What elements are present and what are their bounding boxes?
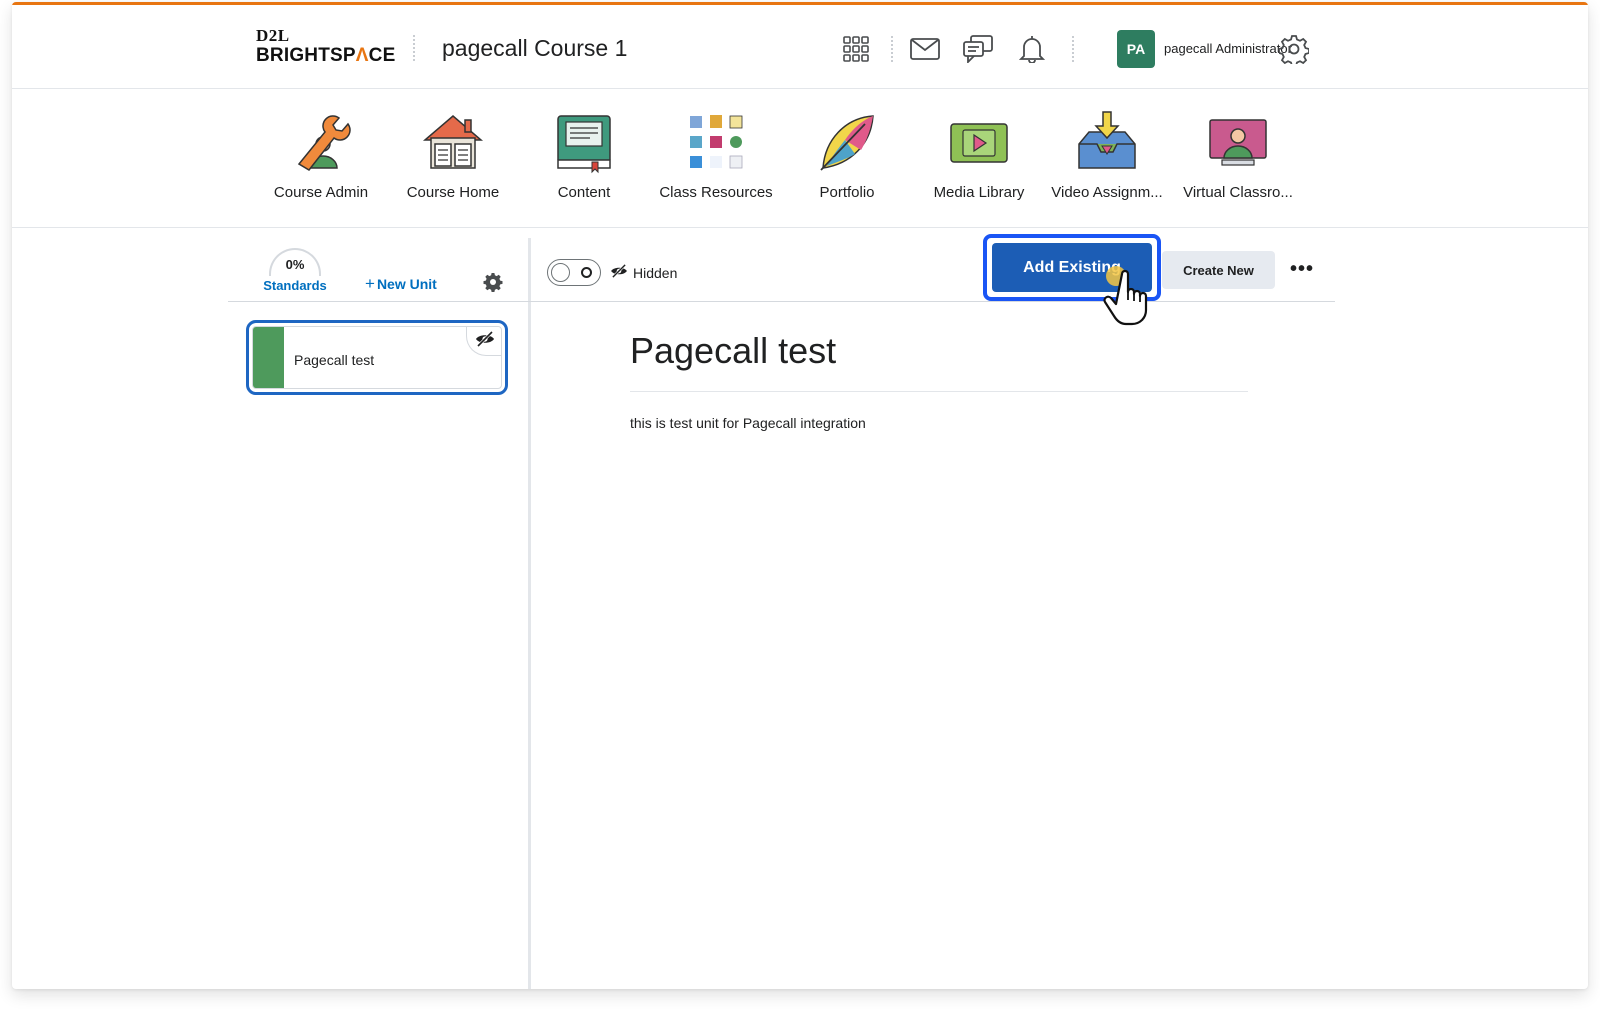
inbox-download-icon bbox=[1078, 111, 1136, 169]
nav-item-video-assignment[interactable]: Video Assignm... bbox=[1042, 110, 1172, 201]
more-options-button[interactable]: ••• bbox=[1290, 258, 1314, 281]
unit-card-pagecall-test[interactable]: Pagecall test bbox=[246, 320, 508, 395]
unit-card-body: Pagecall test bbox=[252, 326, 502, 389]
new-unit-label: New Unit bbox=[376, 276, 437, 292]
logo-d2l: D2L bbox=[256, 26, 290, 45]
nav-item-portfolio[interactable]: Portfolio bbox=[782, 110, 912, 201]
nav-item-label: Course Admin bbox=[273, 184, 369, 201]
monitor-person-icon bbox=[1209, 119, 1267, 166]
nav-item-virtual-classroom[interactable]: Virtual Classro... bbox=[1173, 110, 1303, 201]
create-new-button[interactable]: Create New bbox=[1162, 251, 1275, 289]
header-separator bbox=[1072, 36, 1074, 62]
sidebar-divider bbox=[228, 301, 530, 302]
brightspace-logo[interactable]: D2L BRIGHTSPΛCE bbox=[256, 27, 395, 65]
avatar[interactable]: PA bbox=[1117, 30, 1155, 68]
visibility-label: Hidden bbox=[633, 264, 678, 281]
unit-description: this is test unit for Pagecall integrati… bbox=[630, 415, 866, 431]
progress-ring: 0% bbox=[269, 248, 321, 276]
resources-grid-icon bbox=[690, 115, 743, 169]
header-separator bbox=[891, 36, 893, 62]
toggle-knob bbox=[551, 263, 570, 282]
standards-percent: 0% bbox=[285, 257, 305, 272]
visibility-toggle[interactable] bbox=[547, 259, 601, 286]
play-icon bbox=[950, 123, 1008, 163]
unit-title: Pagecall test bbox=[630, 330, 837, 371]
nav-item-label: Content bbox=[557, 184, 611, 201]
nav-item-label: Class Resources bbox=[659, 184, 773, 201]
grid-icon[interactable] bbox=[840, 33, 872, 65]
hand-pointer-icon bbox=[1100, 260, 1160, 331]
leaf-icon bbox=[820, 115, 874, 171]
gear-icon[interactable] bbox=[1278, 33, 1310, 65]
standards-progress[interactable]: 0% Standards bbox=[262, 248, 328, 293]
new-unit-button[interactable]: + New Unit bbox=[365, 274, 437, 294]
header-separator bbox=[413, 35, 415, 61]
nav-item-media-library[interactable]: Media Library bbox=[914, 110, 1044, 201]
nav-item-label: Portfolio bbox=[819, 184, 875, 201]
unit-color-stripe bbox=[253, 327, 284, 388]
nav-item-course-home[interactable]: Course Home bbox=[388, 110, 518, 201]
plus-icon: + bbox=[365, 274, 375, 293]
top-header: D2L BRIGHTSPΛCE pagecall Course 1 PA pag… bbox=[12, 5, 1588, 89]
unit-card-title: Pagecall test bbox=[294, 352, 375, 368]
nav-item-course-admin[interactable]: Course Admin bbox=[256, 110, 386, 201]
nav-item-label: Course Home bbox=[406, 184, 500, 201]
mail-icon[interactable] bbox=[909, 33, 941, 65]
panel-divider[interactable] bbox=[528, 238, 531, 989]
nav-item-class-resources[interactable]: Class Resources bbox=[651, 110, 781, 201]
book-icon bbox=[557, 115, 611, 174]
house-book-icon bbox=[422, 115, 484, 169]
nav-item-label: Media Library bbox=[933, 184, 1025, 201]
standards-label: Standards bbox=[263, 278, 327, 293]
chat-icon[interactable] bbox=[962, 33, 994, 65]
logo-brightspace: BRIGHTSPΛCE bbox=[256, 45, 396, 66]
visibility-status: Hidden bbox=[610, 263, 678, 281]
toolbar-divider bbox=[530, 301, 1335, 302]
course-title[interactable]: pagecall Course 1 bbox=[442, 35, 627, 62]
app-window: D2L BRIGHTSPΛCE pagecall Course 1 PA pag… bbox=[12, 2, 1588, 989]
nav-item-label: Video Assignm... bbox=[1051, 184, 1163, 201]
toggle-off-indicator bbox=[581, 267, 592, 278]
user-name[interactable]: pagecall Administrator bbox=[1164, 41, 1292, 56]
eye-slash-icon bbox=[475, 330, 495, 352]
unit-settings-gear-icon[interactable] bbox=[483, 272, 503, 297]
course-navbar: Course Admin Course Home Content Class R… bbox=[12, 90, 1588, 228]
eye-slash-icon bbox=[610, 263, 628, 281]
nav-item-content[interactable]: Content bbox=[519, 110, 649, 201]
nav-item-label: Virtual Classro... bbox=[1183, 184, 1293, 201]
wrench-person-icon bbox=[297, 115, 351, 171]
title-divider bbox=[630, 391, 1248, 392]
bell-icon[interactable] bbox=[1016, 33, 1048, 65]
